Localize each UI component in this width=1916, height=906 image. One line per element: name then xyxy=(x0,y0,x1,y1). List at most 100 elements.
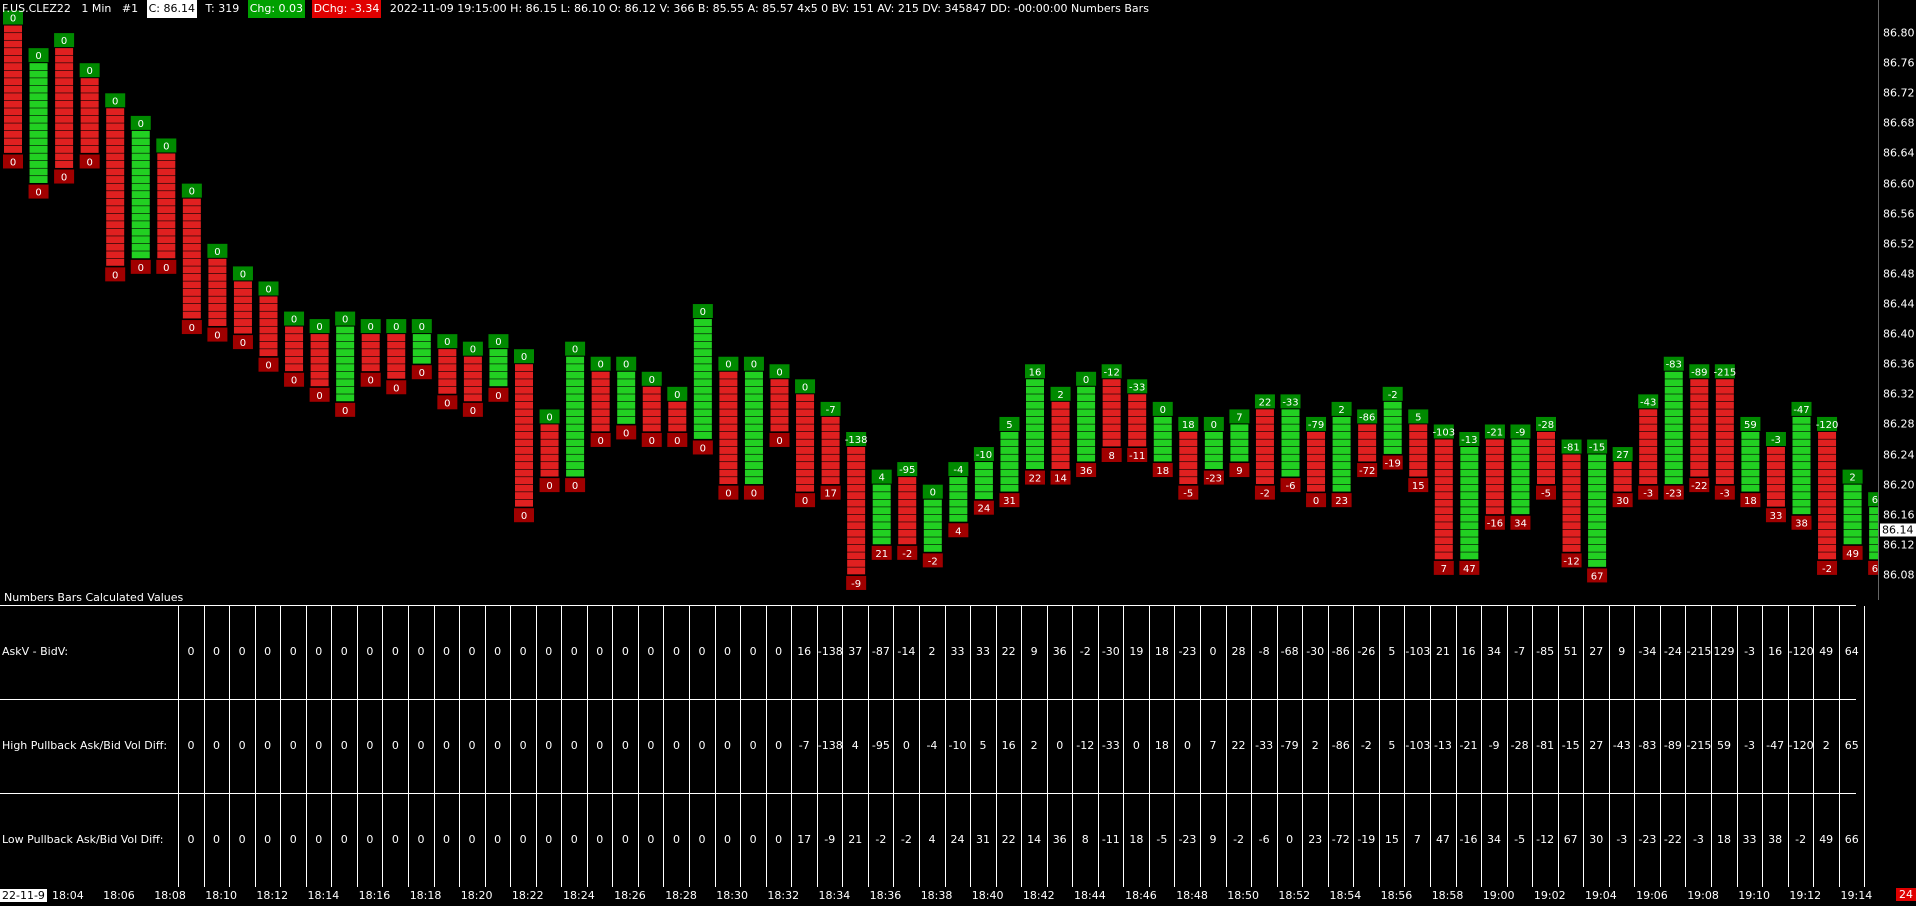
price-level-cell xyxy=(438,371,457,379)
numbers-bar[interactable]: 2 23 xyxy=(1331,401,1352,508)
numbers-bar[interactable]: 00 xyxy=(514,349,534,523)
price-level-cell xyxy=(872,499,891,507)
numbers-bar[interactable]: 00 xyxy=(79,63,100,169)
study-value: 0 xyxy=(596,645,604,658)
price-level-cell xyxy=(1588,537,1607,545)
price-level-cell xyxy=(157,236,176,244)
numbers-bar[interactable]: 00 xyxy=(743,356,764,500)
numbers-bar[interactable]: -43 -3 xyxy=(1638,394,1659,500)
numbers-bar[interactable]: -21 -16 xyxy=(1484,424,1505,530)
numbers-bar[interactable]: -28 -5 xyxy=(1536,416,1556,500)
numbers-bar[interactable]: 0 -2 xyxy=(922,484,943,568)
numbers-bar[interactable]: -79 0 xyxy=(1306,416,1327,508)
numbers-bar[interactable]: 4 21 xyxy=(871,469,892,560)
numbers-bar[interactable]: -95 -2 xyxy=(897,462,918,560)
numbers-bar[interactable]: 00 xyxy=(692,304,713,455)
numbers-bar[interactable]: -86 -72 xyxy=(1357,409,1378,478)
numbers-bar[interactable]: -10 24 xyxy=(973,447,994,515)
numbers-bar[interactable]: -3 33 xyxy=(1765,432,1786,523)
numbers-bar[interactable]: 00 xyxy=(309,319,330,402)
high-pullback-label: 4 xyxy=(879,473,885,484)
numbers-bar[interactable]: 00 xyxy=(718,356,739,500)
numbers-bar[interactable]: 00 xyxy=(411,319,432,380)
numbers-bar[interactable]: 00 xyxy=(795,379,816,508)
numbers-bar[interactable]: 00 xyxy=(488,334,509,402)
numbers-bar[interactable]: 00 xyxy=(386,319,407,395)
numbers-bar[interactable]: -215 -3 xyxy=(1713,364,1736,500)
numbers-bar[interactable]: 00 xyxy=(3,10,23,169)
numbers-bar[interactable]: 00 xyxy=(284,311,305,387)
numbers-bar[interactable]: 00 xyxy=(565,341,586,493)
numbers-bar[interactable]: -13 47 xyxy=(1459,432,1480,575)
numbers-bar[interactable]: -120 -2 xyxy=(1816,416,1839,575)
price-level-cell xyxy=(744,424,763,432)
numbers-bar[interactable]: 00 xyxy=(54,33,75,184)
price-level-cell xyxy=(259,304,278,311)
numbers-bar[interactable]: -15 67 xyxy=(1587,439,1608,583)
numbers-bar[interactable]: -33 -11 xyxy=(1127,379,1148,462)
price-level-cell xyxy=(1128,439,1147,447)
numbers-bar[interactable]: -2 -19 xyxy=(1382,386,1403,470)
numbers-bar[interactable]: -47 38 xyxy=(1791,401,1812,530)
numbers-bars-chart[interactable]: 0000000000000000000000000000000000000000… xyxy=(0,0,1878,600)
numbers-bar[interactable]: 00 xyxy=(156,138,177,274)
numbers-bar[interactable]: 1622 xyxy=(1025,364,1045,485)
numbers-bar[interactable]: 6566 xyxy=(1868,492,1878,575)
study-value: -85 xyxy=(1536,645,1555,658)
numbers-bar[interactable]: 00 xyxy=(437,334,458,410)
numbers-bar[interactable]: -138 -9 xyxy=(845,432,868,590)
numbers-bar[interactable]: 00 xyxy=(28,48,49,199)
numbers-bar[interactable]: 00 xyxy=(616,356,637,440)
price-level-cell xyxy=(1664,394,1683,402)
numbers-bar[interactable]: 5 15 xyxy=(1408,409,1429,493)
numbers-bar[interactable]: 00 xyxy=(590,356,611,447)
numbers-bar[interactable]: 00 xyxy=(667,386,688,447)
numbers-bar[interactable]: 0 36 xyxy=(1076,371,1097,478)
numbers-bar[interactable]: 59 18 xyxy=(1740,416,1761,508)
price-level-cell xyxy=(412,356,431,364)
numbers-bar[interactable]: 00 xyxy=(258,281,279,372)
numbers-bar[interactable]: -33 -6 xyxy=(1280,394,1301,493)
numbers-bar[interactable]: -12 8 xyxy=(1101,364,1122,462)
numbers-bar[interactable]: -7 17 xyxy=(820,401,841,500)
numbers-bar[interactable]: -81 -12 xyxy=(1561,439,1582,568)
numbers-bar[interactable]: 0 18 xyxy=(1152,401,1173,478)
price-level-cell xyxy=(1792,431,1811,439)
numbers-bar[interactable]: -9 34 xyxy=(1510,424,1531,530)
numbers-bar[interactable]: 00 xyxy=(181,183,202,335)
numbers-bar[interactable]: 00 xyxy=(360,319,381,387)
study-value: 0 xyxy=(340,833,348,846)
numbers-bar[interactable]: 00 xyxy=(641,371,662,447)
numbers-bar[interactable]: -103 7 xyxy=(1432,424,1455,575)
numbers-bar[interactable]: 5 31 xyxy=(999,416,1020,508)
numbers-bar[interactable]: 22 -2 xyxy=(1254,394,1275,500)
numbers-bar[interactable]: 00 xyxy=(105,93,126,282)
numbers-bar[interactable]: 00 xyxy=(335,311,356,417)
high-pullback-label: 0 xyxy=(649,375,655,386)
price-level-cell xyxy=(438,349,457,357)
price-level-cell xyxy=(1818,552,1837,560)
price-level-cell xyxy=(157,183,176,191)
numbers-bar[interactable]: 2 49 xyxy=(1842,469,1863,560)
numbers-bar[interactable]: 00 xyxy=(769,364,790,447)
study-value: 129 xyxy=(1713,645,1735,658)
numbers-bar[interactable]: 00 xyxy=(207,243,228,342)
numbers-bar[interactable]: 79 xyxy=(1229,409,1250,478)
numbers-bar[interactable]: 27 30 xyxy=(1612,447,1633,508)
numbers-bar[interactable]: 00 xyxy=(232,266,253,350)
time-axis[interactable]: 22-11-9 24 18:04 18:06 18:08 18:10 18:12 18:1… xyxy=(0,887,1916,906)
low-pullback-label: -3 xyxy=(1720,489,1730,500)
interval-label[interactable]: 1 Min xyxy=(79,0,113,18)
numbers-bar[interactable]: 00 xyxy=(130,115,151,274)
price-level-cell xyxy=(1843,507,1862,515)
numbers-bar[interactable]: 2 14 xyxy=(1050,386,1071,485)
numbers-bar[interactable]: 00 xyxy=(539,409,560,493)
numbers-bar[interactable]: 00 xyxy=(462,341,483,417)
price-axis[interactable]: 86.80 86.76 86.72 86.68 86.64 86.60 86.56 86.52… xyxy=(1878,0,1916,600)
price-level-cell xyxy=(719,416,738,424)
numbers-bar[interactable]: 0 -23 xyxy=(1203,416,1224,485)
numbers-bar[interactable]: -4 4 xyxy=(948,462,969,538)
numbers-bar[interactable]: -89 -22 xyxy=(1689,364,1710,493)
numbers-bar[interactable]: 18 -5 xyxy=(1178,416,1199,500)
numbers-bar[interactable]: -83 -23 xyxy=(1663,356,1684,500)
